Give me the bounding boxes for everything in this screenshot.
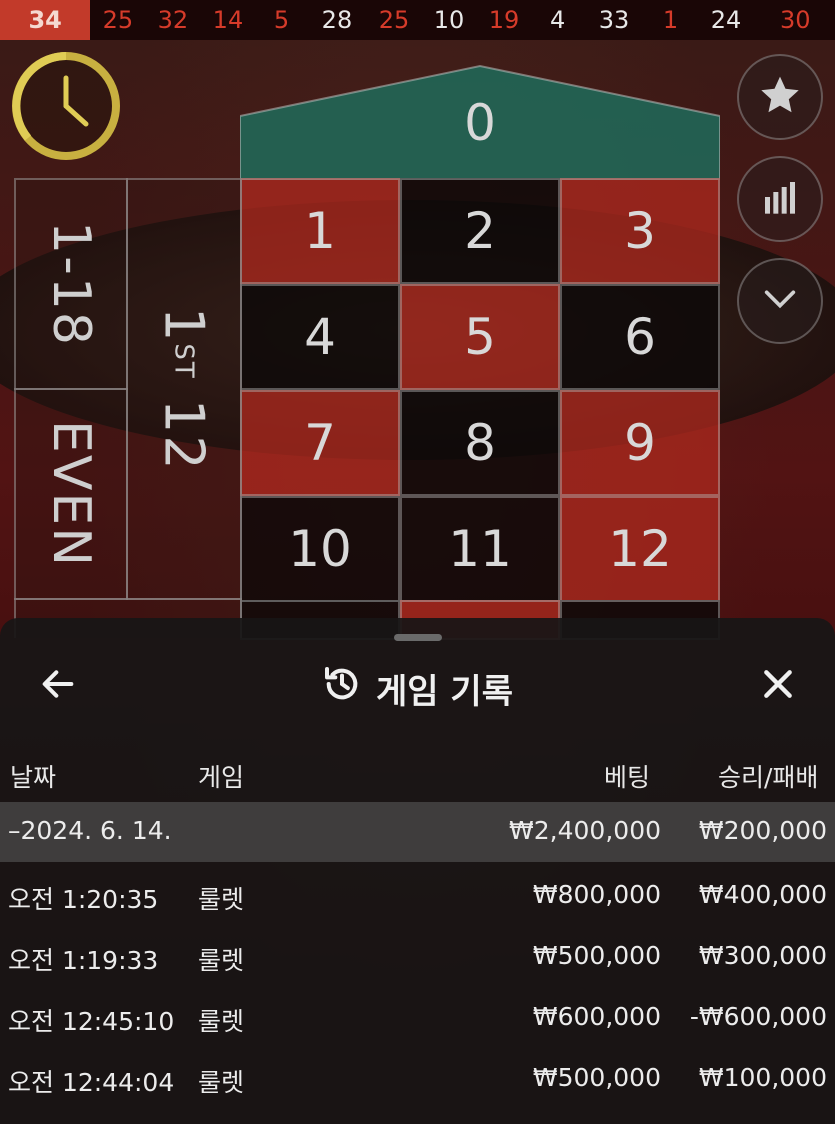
history-time: 오전 12:45:10	[8, 1007, 175, 1036]
history-bet: ₩500,000	[532, 1063, 661, 1092]
history-result: ₩100,000	[698, 1063, 827, 1092]
bet-number-4[interactable]: 4	[240, 284, 400, 390]
collapse-button[interactable]	[737, 258, 823, 344]
summary-result: ₩200,000	[698, 816, 827, 845]
history-summary-row[interactable]: –2024. 6. 14. ₩2,400,000 ₩200,000	[0, 802, 835, 862]
close-button[interactable]	[758, 664, 798, 708]
history-time: 오전 12:44:04	[8, 1068, 175, 1097]
column-game: 게임	[198, 763, 245, 792]
history-bet: ₩800,000	[532, 880, 661, 909]
history-bet: ₩500,000	[532, 941, 661, 970]
history-game: 룰렛	[198, 946, 245, 975]
column-date: 날짜	[10, 763, 57, 792]
bet-number-6[interactable]: 6	[560, 284, 720, 390]
statistics-button[interactable]	[737, 156, 823, 242]
chevron-down-icon	[760, 279, 800, 323]
bar-chart-icon	[760, 177, 800, 221]
recent-result-1: 25	[102, 6, 134, 34]
bet-zero[interactable]: 0	[240, 64, 720, 180]
history-result: ₩300,000	[698, 941, 827, 970]
recent-result-2: 32	[157, 6, 189, 34]
history-bet: ₩600,000	[532, 1002, 661, 1031]
bet-number-8[interactable]: 8	[400, 390, 560, 496]
column-result: 승리/패배	[718, 763, 819, 792]
sheet-drag-handle[interactable]	[394, 634, 442, 641]
history-row[interactable]: 오전 1:20:35 룰렛 ₩800,000 ₩400,000	[0, 866, 835, 926]
recent-result-13: 30	[779, 6, 811, 34]
history-row[interactable]: 오전 12:44:04 룰렛 ₩500,000 ₩100,000	[0, 1049, 835, 1109]
bet-number-5[interactable]: 5	[400, 284, 560, 390]
bet-number-12[interactable]: 12	[560, 496, 720, 602]
favorite-button[interactable]	[737, 54, 823, 140]
recent-result-8: 19	[488, 6, 520, 34]
recent-result-9: 4	[549, 6, 566, 34]
history-row[interactable]: 오전 1:19:33 룰렛 ₩500,000 ₩300,000	[0, 927, 835, 987]
history-game: 룰렛	[198, 1007, 245, 1036]
history-game: 룰렛	[198, 1068, 245, 1097]
history-time: 오전 1:19:33	[8, 946, 159, 975]
summary-bet: ₩2,400,000	[509, 816, 661, 845]
recent-result-5: 28	[321, 6, 353, 34]
betting-table: 0 1 2 3 4 5 6 7 8 9 10 11 12 1-18 EVEN 1ST 12	[0, 60, 835, 640]
sheet-header: 게임 기록	[0, 658, 835, 714]
bet-number-10[interactable]: 10	[240, 496, 400, 602]
recent-result-6: 25	[378, 6, 410, 34]
bet-number-2[interactable]: 2	[400, 178, 560, 284]
recent-result-4: 5	[273, 6, 290, 34]
recent-result-7: 10	[433, 6, 465, 34]
history-game: 룰렛	[198, 885, 245, 914]
bet-number-7[interactable]: 7	[240, 390, 400, 496]
recent-result-3: 14	[212, 6, 244, 34]
recent-result-12: 24	[710, 6, 742, 34]
history-time: 오전 1:20:35	[8, 885, 159, 914]
bet-1-18[interactable]: 1-18	[14, 178, 128, 390]
bet-number-3[interactable]: 3	[560, 178, 720, 284]
history-result: -₩600,000	[689, 1002, 827, 1031]
bet-1st-dozen[interactable]: 1ST 12	[126, 178, 242, 600]
bet-even[interactable]: EVEN	[14, 388, 128, 600]
sheet-title: 게임 기록	[0, 664, 835, 713]
column-bet: 베팅	[604, 763, 651, 792]
zero-label: 0	[464, 94, 496, 152]
recent-result-0: 34	[0, 0, 91, 40]
recent-result-10: 33	[598, 6, 630, 34]
bet-number-1[interactable]: 1	[240, 178, 400, 284]
history-icon	[322, 664, 362, 713]
bet-number-11[interactable]: 11	[400, 496, 560, 602]
star-icon	[758, 73, 802, 121]
bet-number-9[interactable]: 9	[560, 390, 720, 496]
summary-date: –2024. 6. 14.	[8, 816, 172, 845]
recent-results-strip: 34 25 32 14 5 28 25 10 19 4 33 1 24 30	[0, 0, 835, 41]
history-result: ₩400,000	[698, 880, 827, 909]
close-icon	[758, 670, 798, 708]
history-row[interactable]: 오전 12:45:10 룰렛 ₩600,000 -₩600,000	[0, 988, 835, 1048]
recent-result-11: 1	[662, 6, 679, 34]
